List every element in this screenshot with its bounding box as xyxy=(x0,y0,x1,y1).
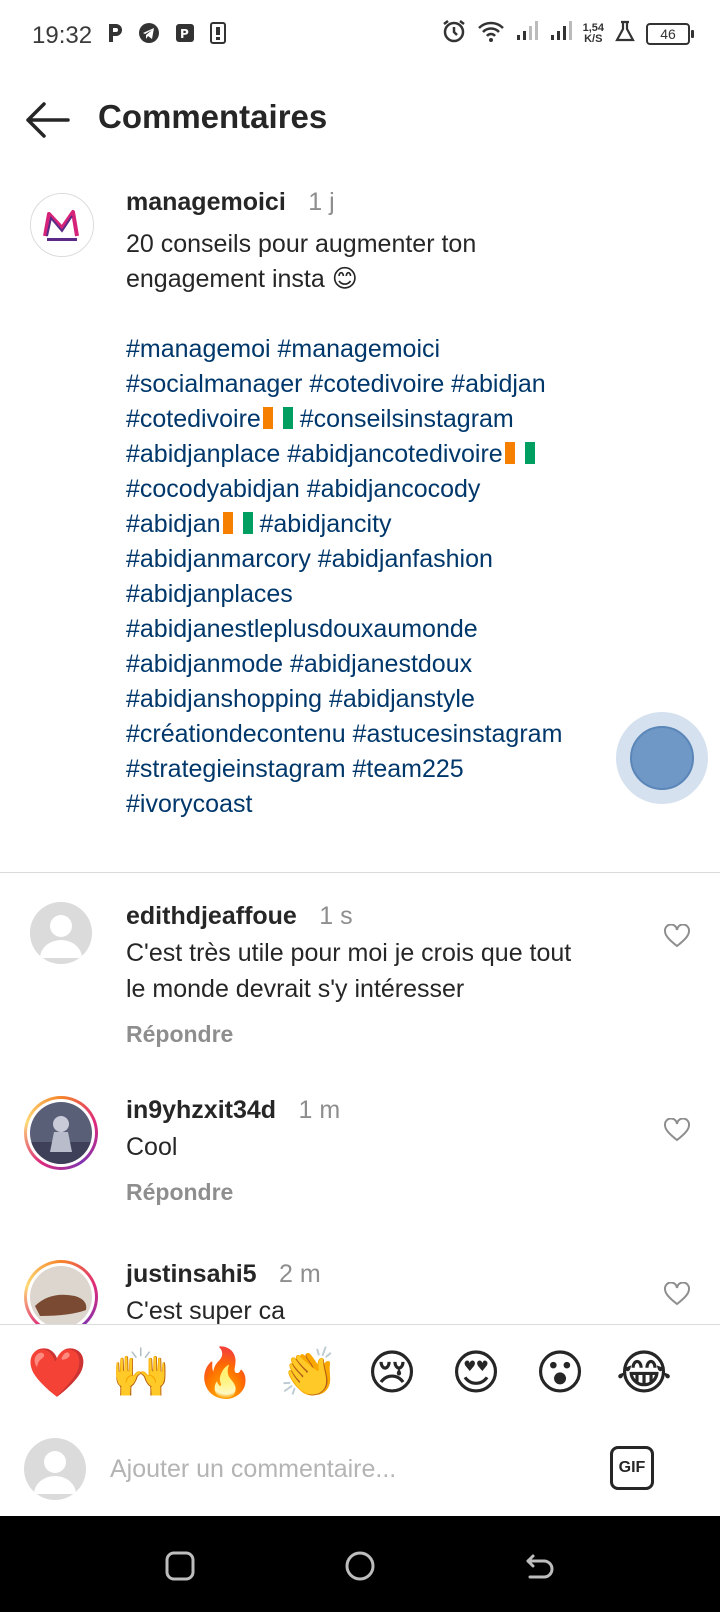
caption-avatar[interactable] xyxy=(30,193,94,257)
pp-app-icon: P xyxy=(174,22,196,49)
emoji-bar: ❤️ 🙌 🔥 👏 😢 😍 😮 😂 xyxy=(0,1324,720,1422)
hashtag-line[interactable]: #cocodyabidjan #abidjancocody xyxy=(126,472,716,507)
home-button[interactable] xyxy=(344,1550,376,1582)
crying-face-emoji[interactable]: 😢 xyxy=(363,1345,421,1403)
hashtag-line[interactable]: #abidjan #abidjancity xyxy=(126,507,716,542)
floating-touch-button[interactable] xyxy=(616,712,708,804)
status-bar: 19:32 P 1,54 K/S 46 xyxy=(0,0,720,72)
android-nav-bar xyxy=(0,1516,720,1612)
lab-flask-icon xyxy=(614,20,636,47)
signal-icon xyxy=(549,20,573,47)
svg-text:P: P xyxy=(180,27,189,41)
hashtag-line[interactable]: #socialmanager #cotedivoire #abidjan xyxy=(126,367,716,402)
comment-item: justinsahi5 2 m C'est super ca xyxy=(0,1260,720,1324)
reply-button[interactable]: Répondre xyxy=(126,1179,636,1206)
comment-text: Cool xyxy=(126,1133,178,1161)
default-user-icon xyxy=(24,1438,86,1500)
heart-outline-icon xyxy=(664,1281,690,1306)
square-icon xyxy=(165,1551,195,1581)
comment-time: 2 m xyxy=(279,1260,321,1288)
comment-body: justinsahi5 2 m C'est super ca xyxy=(126,1260,636,1324)
comment-input[interactable] xyxy=(108,1446,582,1492)
status-right-icons: 1,54 K/S 46 xyxy=(441,18,694,49)
comment-body: edithdjeaffoue 1 s C'est très utile pour… xyxy=(126,902,636,1048)
hashtag-line[interactable]: #cotedivoire #conseilsinstagram xyxy=(126,402,716,437)
arrow-left-icon xyxy=(26,102,70,138)
comment-time: 1 m xyxy=(298,1096,341,1124)
default-user-icon xyxy=(30,902,92,964)
back-nav-button[interactable] xyxy=(524,1550,556,1582)
comment-avatar[interactable] xyxy=(24,1260,98,1324)
page-title: Commentaires xyxy=(98,98,328,135)
own-avatar xyxy=(24,1438,86,1500)
comment-username[interactable]: justinsahi5 xyxy=(126,1260,257,1288)
back-arrow-icon xyxy=(526,1554,554,1579)
managemoici-logo-icon xyxy=(31,194,93,256)
comment-time: 1 s xyxy=(319,902,353,930)
like-button[interactable] xyxy=(664,1117,690,1142)
surprised-face-emoji[interactable]: 😮 xyxy=(531,1345,589,1403)
net-speed: 1,54 K/S xyxy=(582,21,604,45)
back-button[interactable] xyxy=(22,98,74,142)
caption-username[interactable]: managemoici xyxy=(126,188,286,216)
ivory-coast-flag-icon xyxy=(504,439,535,464)
battery-icon: 46 xyxy=(646,22,694,45)
comment-text: C'est super ca xyxy=(126,1297,286,1324)
ivory-coast-flag-icon xyxy=(222,509,253,534)
heart-outline-icon xyxy=(664,1117,690,1142)
reply-button[interactable]: Répondre xyxy=(126,1021,636,1048)
comment-body: in9yhzxit34d 1 m Cool Répondre xyxy=(126,1096,636,1206)
red-heart-emoji[interactable]: ❤️ xyxy=(27,1345,87,1403)
hashtag-line[interactable]: #managemoi #managemoici xyxy=(126,332,716,367)
circle-icon xyxy=(345,1551,375,1581)
clapping-hands-emoji[interactable]: 👏 xyxy=(279,1345,339,1403)
caption-time: 1 j xyxy=(308,188,335,216)
signal-icon xyxy=(515,20,539,47)
like-button[interactable] xyxy=(664,923,690,948)
divider xyxy=(0,872,720,873)
heart-outline-icon xyxy=(664,923,690,948)
heart-eyes-emoji[interactable]: 😍 xyxy=(447,1345,505,1403)
comment-text: C'est très utile pour moi je crois que t… xyxy=(126,939,572,1003)
user-photo-icon xyxy=(30,1266,92,1324)
raising-hands-emoji[interactable]: 🙌 xyxy=(111,1345,171,1403)
comment-username[interactable]: edithdjeaffoue xyxy=(126,902,297,930)
comment-avatar[interactable] xyxy=(30,902,92,964)
caption-text: 20 conseils pour augmenter ton engagemen… xyxy=(126,230,477,293)
fire-emoji[interactable]: 🔥 xyxy=(195,1345,255,1403)
sim-card-icon xyxy=(210,22,226,49)
alarm-icon xyxy=(441,18,467,49)
comment-composer: GIF xyxy=(0,1420,720,1516)
hashtag-line[interactable]: #abidjanplace #abidjancotedivoire xyxy=(126,437,716,472)
comment-username[interactable]: in9yhzxit34d xyxy=(126,1096,276,1124)
recent-apps-button[interactable] xyxy=(164,1550,196,1582)
gif-button[interactable]: GIF xyxy=(610,1446,654,1490)
status-time: 19:32 xyxy=(32,22,93,49)
hashtag-line[interactable]: #abidjanmode #abidjanestdoux xyxy=(126,647,716,682)
wifi-icon xyxy=(477,19,505,48)
parking-app-icon xyxy=(106,22,124,49)
hashtag-line[interactable]: #ivorycoast xyxy=(126,787,716,822)
user-photo-icon xyxy=(30,1102,92,1164)
like-button[interactable] xyxy=(664,1281,690,1306)
hashtag-line[interactable]: #abidjanmarcory #abidjanfashion xyxy=(126,542,716,577)
telegram-icon xyxy=(138,22,160,49)
ivory-coast-flag-icon xyxy=(262,404,293,429)
status-left-icons: P xyxy=(106,22,226,49)
hashtag-line[interactable]: #abidjanplaces xyxy=(126,577,716,612)
header: Commentaires xyxy=(0,80,720,160)
hashtag-line[interactable]: #abidjanshopping #abidjanstyle xyxy=(126,682,716,717)
tears-of-joy-emoji[interactable]: 😂 xyxy=(615,1345,673,1403)
hashtag-line[interactable]: #abidjanestleplusdouxaumonde xyxy=(126,612,716,647)
comment-avatar[interactable] xyxy=(24,1096,98,1170)
